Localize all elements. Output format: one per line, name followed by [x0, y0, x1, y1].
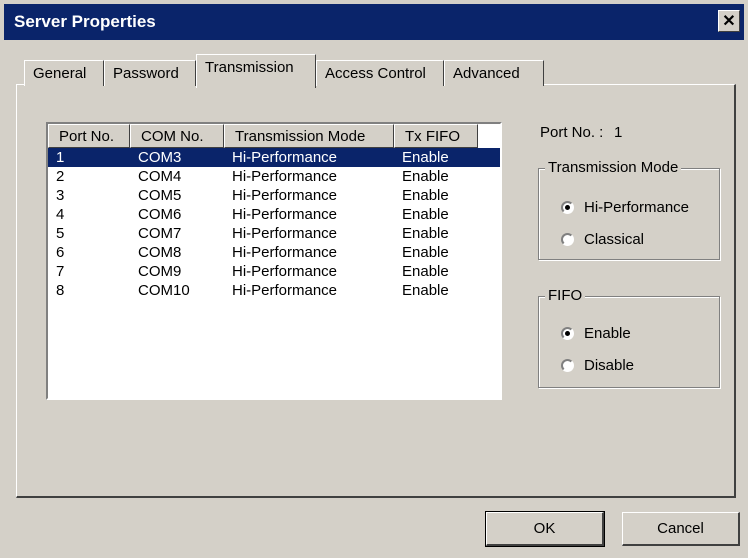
list-row[interactable]: 3 COM5 Hi-Performance Enable: [48, 186, 500, 205]
tab-advanced[interactable]: Advanced: [444, 60, 544, 86]
radio-label: Hi-Performance: [584, 199, 690, 216]
tab-password[interactable]: Password: [104, 60, 196, 86]
title-bar[interactable]: Server Properties ✕: [4, 4, 744, 40]
column-header-transmission-mode[interactable]: Transmission Mode: [224, 124, 394, 148]
list-row[interactable]: 8 COM10 Hi-Performance Enable: [48, 281, 500, 300]
radio-label: Classical: [584, 231, 645, 248]
cell-transmission-mode: Hi-Performance: [232, 206, 338, 223]
column-header-port-no[interactable]: Port No.: [48, 124, 130, 148]
close-icon[interactable]: ✕: [718, 10, 740, 32]
cell-port-no: 5: [56, 225, 65, 242]
port-no-label: Port No. :: [540, 124, 604, 141]
transmission-mode-group: Transmission Mode Hi-Performance Classic…: [538, 159, 720, 260]
cell-com-no: COM8: [138, 244, 182, 261]
column-header-com-no[interactable]: COM No.: [130, 124, 224, 148]
cancel-button[interactable]: Cancel: [622, 512, 740, 546]
cell-transmission-mode: Hi-Performance: [232, 225, 338, 242]
list-row[interactable]: 4 COM6 Hi-Performance Enable: [48, 205, 500, 224]
cell-tx-fifo: Enable: [402, 149, 449, 166]
radio-fifo-enable[interactable]: Enable: [561, 325, 631, 342]
tab-general[interactable]: General: [24, 60, 104, 86]
window-title: Server Properties: [14, 12, 156, 31]
cell-com-no: COM6: [138, 206, 182, 223]
cell-port-no: 1: [56, 149, 65, 166]
port-list[interactable]: Port No. COM No. Transmission Mode Tx FI…: [46, 122, 502, 400]
list-row[interactable]: 2 COM4 Hi-Performance Enable: [48, 167, 500, 186]
radio-hi-performance[interactable]: Hi-Performance: [561, 199, 689, 216]
server-properties-dialog: Server Properties ✕ General Password Tra…: [0, 0, 748, 558]
tab-access-control[interactable]: Access Control: [316, 60, 444, 86]
cell-com-no: COM9: [138, 263, 182, 280]
radio-label: Enable: [584, 325, 631, 342]
cell-port-no: 3: [56, 187, 65, 204]
port-no-value: 1: [614, 124, 623, 141]
cell-transmission-mode: Hi-Performance: [232, 282, 338, 299]
cell-tx-fifo: Enable: [402, 282, 449, 299]
list-row[interactable]: 1 COM3 Hi-Performance Enable: [48, 148, 500, 167]
list-row[interactable]: 7 COM9 Hi-Performance Enable: [48, 262, 500, 281]
radio-checked-icon[interactable]: [561, 327, 574, 340]
cell-com-no: COM10: [138, 282, 190, 299]
cell-transmission-mode: Hi-Performance: [232, 187, 338, 204]
radio-label: Disable: [584, 357, 635, 374]
cell-com-no: COM7: [138, 225, 182, 242]
cell-port-no: 7: [56, 263, 65, 280]
cell-transmission-mode: Hi-Performance: [232, 263, 338, 280]
radio-classical[interactable]: Classical: [561, 231, 644, 248]
cell-tx-fifo: Enable: [402, 206, 449, 223]
list-body: 1 COM3 Hi-Performance Enable 2 COM4 Hi-Perform…: [48, 148, 500, 300]
radio-unchecked-icon[interactable]: [561, 359, 574, 372]
cell-com-no: COM3: [138, 149, 182, 166]
cell-tx-fifo: Enable: [402, 244, 449, 261]
cell-com-no: COM4: [138, 168, 182, 185]
cell-transmission-mode: Hi-Performance: [232, 149, 338, 166]
ok-button[interactable]: OK: [485, 511, 605, 547]
cell-tx-fifo: Enable: [402, 263, 449, 280]
list-row[interactable]: 5 COM7 Hi-Performance Enable: [48, 224, 500, 243]
list-header: Port No. COM No. Transmission Mode Tx FI…: [48, 124, 500, 148]
transmission-mode-legend: Transmission Mode: [545, 159, 682, 176]
radio-unchecked-icon[interactable]: [561, 233, 574, 246]
cell-tx-fifo: Enable: [402, 168, 449, 185]
cell-port-no: 2: [56, 168, 65, 185]
cell-tx-fifo: Enable: [402, 187, 449, 204]
cell-com-no: COM5: [138, 187, 182, 204]
radio-checked-icon[interactable]: [561, 201, 574, 214]
fifo-legend: FIFO: [545, 287, 586, 304]
cell-port-no: 4: [56, 206, 65, 223]
tab-transmission[interactable]: Transmission: [196, 54, 316, 88]
column-header-tx-fifo[interactable]: Tx FIFO: [394, 124, 478, 148]
list-row[interactable]: 6 COM8 Hi-Performance Enable: [48, 243, 500, 262]
cell-tx-fifo: Enable: [402, 225, 449, 242]
cell-transmission-mode: Hi-Performance: [232, 244, 338, 261]
cell-port-no: 6: [56, 244, 65, 261]
radio-fifo-disable[interactable]: Disable: [561, 357, 634, 374]
cell-transmission-mode: Hi-Performance: [232, 168, 338, 185]
port-no-readout: Port No. : 1: [540, 124, 622, 141]
fifo-group: FIFO Enable Disable: [538, 287, 720, 388]
cell-port-no: 8: [56, 282, 65, 299]
